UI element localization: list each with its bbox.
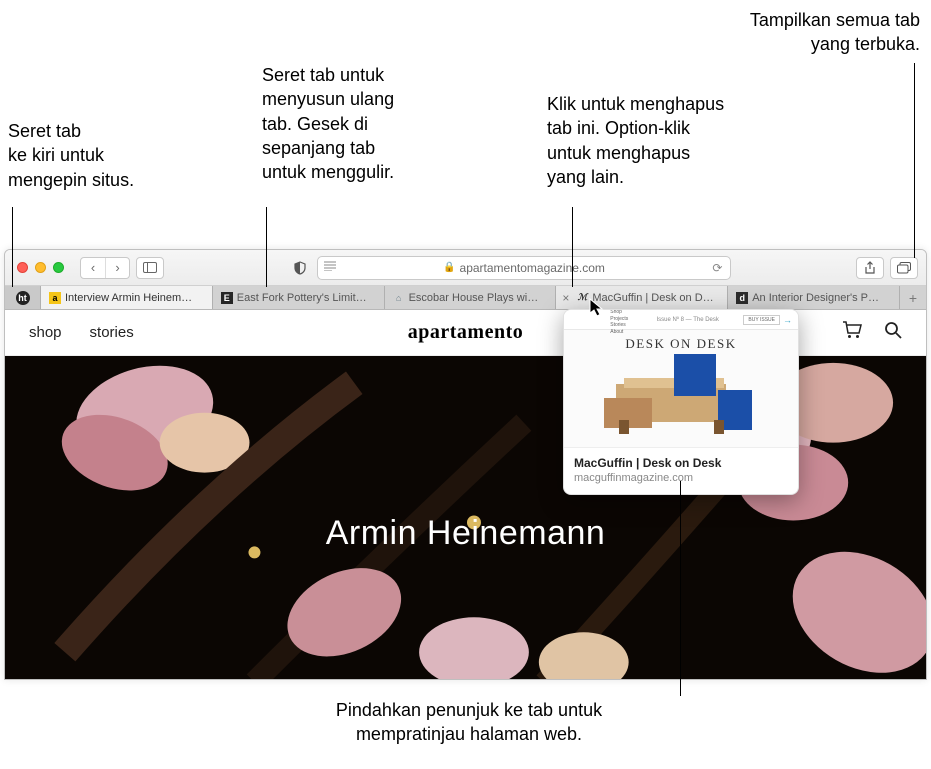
pinned-tab[interactable]: ht [5,286,41,309]
site-logo[interactable]: apartamento [408,321,523,344]
favicon-icon: E [221,292,233,304]
tab-preview-popover: MacGuffin Magazine Shop Projects Stories… [563,309,799,495]
tab-4[interactable]: d An Interior Designer's P… [728,286,900,309]
tab-title: MacGuffin | Desk on De… [592,292,719,304]
preview-thumbnail: MacGuffin Magazine Shop Projects Stories… [564,310,798,448]
sidebar-button[interactable] [136,257,164,279]
close-tab-icon[interactable]: × [562,291,569,305]
cart-icon[interactable] [842,321,862,344]
sidebar-icon [143,262,157,273]
tab-title: East Fork Pottery's Limit… [237,292,367,304]
search-icon[interactable] [884,321,902,344]
pinned-favicon: ht [16,291,30,305]
tab-title: Interview Armin Heinem… [65,292,192,304]
callout-line [12,207,13,287]
new-tab-button[interactable]: + [900,286,926,309]
share-button[interactable] [856,257,884,279]
callout-hover: Pindahkan penunjuk ke tab untuk memprati… [189,698,749,747]
show-all-tabs-button[interactable] [890,257,918,279]
tabs-icon [897,262,911,274]
tab-title: Escobar House Plays wi… [409,292,539,304]
favicon-icon: ℳ [576,292,588,304]
reader-icon[interactable] [324,260,336,274]
tab-title: An Interior Designer's P… [752,292,879,304]
thumb-brand: MacGuffin [570,309,604,311]
callout-showall: Tampilkan semua tab yang terbuka. [715,8,920,57]
thumb-desk-illustration [584,354,778,434]
site-nav: shop stories [29,324,134,341]
preview-meta: MacGuffin | Desk on Desk macguffinmagazi… [564,448,798,494]
nav-shop[interactable]: shop [29,324,62,341]
hero-title: Armin Heinemann [326,514,606,553]
privacy-button[interactable] [289,257,311,279]
arrow-icon: → [783,315,792,325]
close-window-button[interactable] [17,262,28,273]
tab-0[interactable]: a Interview Armin Heinem… [41,286,213,309]
thumb-buy-button: BUY ISSUE [743,315,780,325]
shield-icon [293,261,307,275]
maximize-window-button[interactable] [53,262,64,273]
favicon-icon: d [736,292,748,304]
window-controls [17,262,64,273]
reload-icon[interactable]: ⟳ [712,261,722,275]
lock-icon: 🔒 [443,262,455,273]
callout-line [680,481,681,696]
address-text: apartamentomagazine.com [460,261,605,275]
tab-3[interactable]: × ℳ MacGuffin | Desk on De… [556,286,728,309]
callout-pin: Seret tab ke kiri untuk mengepin situs. [8,119,134,192]
preview-title: MacGuffin | Desk on Desk [574,456,788,470]
favicon-icon: a [49,292,61,304]
back-button[interactable]: ‹ [81,258,105,278]
preview-url: macguffinmagazine.com [574,472,788,484]
minimize-window-button[interactable] [35,262,46,273]
toolbar: ‹ › 🔒 apartamentomagazine.com ⟳ [5,250,926,286]
address-bar[interactable]: 🔒 apartamentomagazine.com ⟳ [317,256,732,280]
tab-2[interactable]: ⌂ Escobar House Plays wi… [385,286,557,309]
share-icon [864,261,876,275]
forward-button[interactable]: › [105,258,129,278]
callout-close: Klik untuk menghapus tab ini. Option-kli… [547,92,724,189]
nav-buttons: ‹ › [80,257,130,279]
tab-bar: ht a Interview Armin Heinem… E East Fork… [5,286,926,310]
callout-reorder: Seret tab untuk menyusun ulang tab. Gese… [262,63,394,184]
nav-stories[interactable]: stories [90,324,134,341]
callout-line [266,207,267,287]
tab-1[interactable]: E East Fork Pottery's Limit… [213,286,385,309]
favicon-icon: ⌂ [393,292,405,304]
callout-line [572,207,573,287]
thumb-issue: Issue Nº 8 — The Desk [656,317,718,323]
thumb-sidelinks: Magazine Shop Projects Stories About [610,309,632,335]
callout-line [914,63,915,258]
